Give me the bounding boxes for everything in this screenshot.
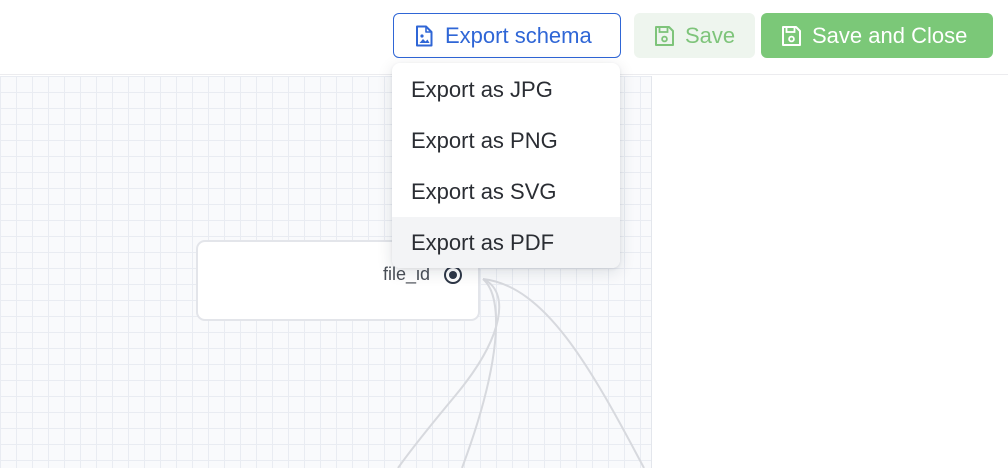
export-schema-label: Export schema — [445, 22, 592, 48]
save-button[interactable]: Save — [634, 13, 755, 58]
menu-item-export-svg[interactable]: Export as SVG — [392, 166, 620, 217]
menu-item-export-pdf[interactable]: Export as PDF — [392, 217, 620, 268]
export-dropdown-menu: Export as JPG Export as PNG Export as SV… — [392, 63, 620, 268]
connection-handle[interactable] — [444, 266, 462, 284]
export-schema-button[interactable]: Export schema — [393, 13, 621, 58]
save-and-close-button[interactable]: Save and Close — [761, 13, 993, 58]
menu-item-label: Export as JPG — [411, 76, 553, 102]
floppy-disk-icon — [780, 25, 802, 47]
schema-editor: file_id Export schema Save Save and Clos… — [0, 0, 1008, 468]
save-and-close-label: Save and Close — [812, 22, 968, 48]
floppy-disk-icon — [653, 25, 675, 47]
save-label: Save — [685, 22, 736, 48]
file-image-icon — [413, 25, 435, 47]
menu-item-label: Export as PNG — [411, 127, 558, 153]
menu-item-export-jpg[interactable]: Export as JPG — [392, 64, 620, 115]
menu-item-label: Export as SVG — [411, 178, 557, 204]
menu-item-label: Export as PDF — [411, 229, 555, 255]
menu-item-export-png[interactable]: Export as PNG — [392, 115, 620, 166]
edge-connection — [482, 278, 645, 468]
